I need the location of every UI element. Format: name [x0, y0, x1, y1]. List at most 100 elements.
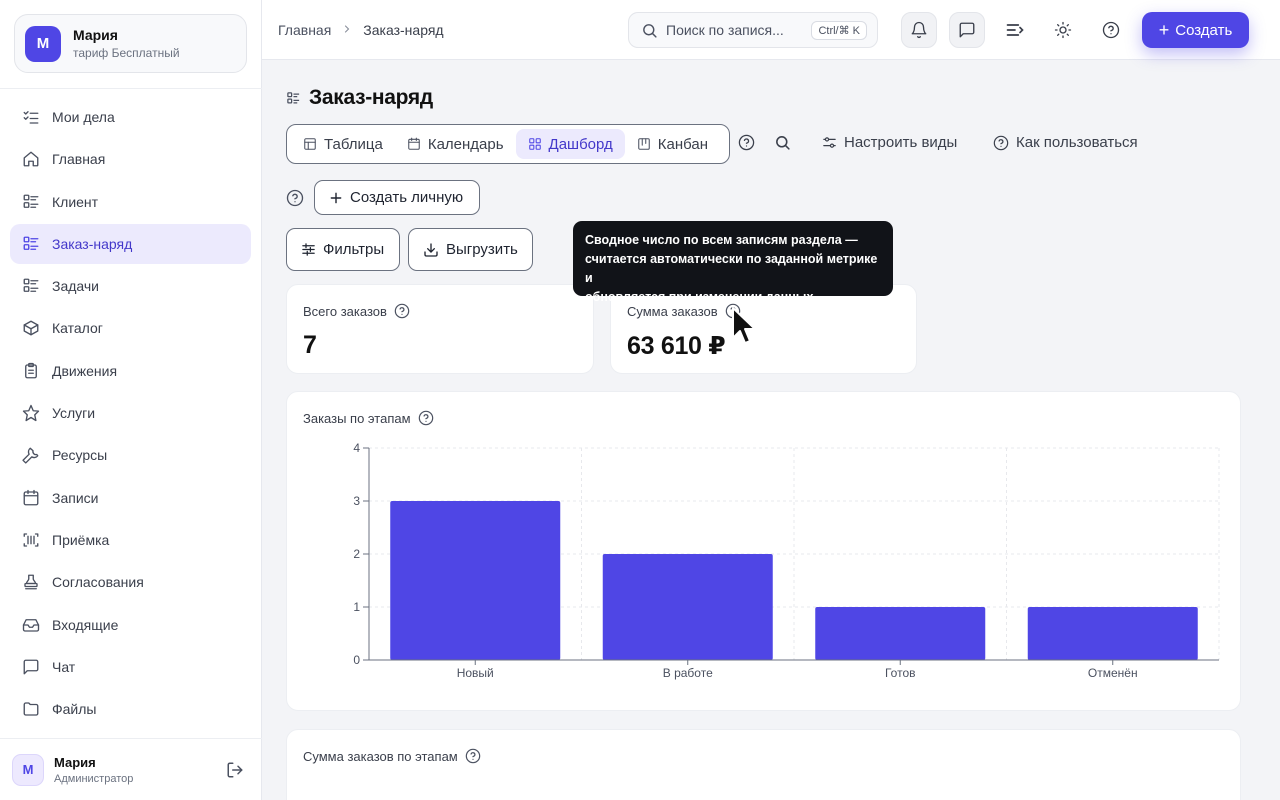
breadcrumb-home[interactable]: Главная	[278, 22, 331, 38]
configure-views-button[interactable]: Настроить виды	[822, 134, 957, 151]
list-icon	[22, 235, 40, 253]
bar-chart: 0 1 2 3 4 Новый В работе Готов Отменён	[353, 441, 1220, 680]
y-tick-label: 3	[353, 494, 360, 508]
sidebar-item-label: Услуги	[52, 405, 96, 422]
view-tab-label: Канбан	[657, 135, 709, 153]
search-icon[interactable]	[774, 134, 791, 151]
x-tick-label: Отменён	[1088, 666, 1138, 680]
tooltip-line: обновляется при изменении данных.	[585, 290, 817, 304]
bar	[390, 501, 561, 660]
panel-toggle-button[interactable]	[997, 12, 1033, 48]
chart-card-sum: Сумма заказов по этапам	[286, 729, 1241, 800]
view-tab-label: Календарь	[427, 135, 504, 153]
sidebar-item-label: Задачи	[52, 278, 100, 295]
sidebar-item[interactable]: Приёмка	[10, 520, 251, 560]
logout-icon[interactable]	[226, 761, 244, 779]
breadcrumb: Главная Заказ-наряд	[278, 22, 444, 38]
y-tick-label: 4	[353, 441, 360, 455]
sidebar-item-label: Каталог	[52, 320, 103, 337]
view-tab[interactable]: Канбан	[625, 129, 720, 159]
clipboard-icon	[22, 362, 40, 380]
wrench-icon	[22, 446, 40, 464]
page-title: Заказ-наряд	[286, 86, 433, 110]
sidebar-item[interactable]: Клиент	[10, 182, 251, 222]
chart-sum-title: Сумма заказов по этапам	[303, 748, 458, 764]
bar	[602, 554, 773, 660]
avatar[interactable]: М	[12, 753, 44, 786]
sidebar-item[interactable]: Главная	[10, 139, 251, 179]
view-tab[interactable]: Календарь	[395, 129, 516, 159]
sidebar-item[interactable]: Движения	[10, 351, 251, 391]
sidebar-item[interactable]: Записи	[10, 478, 251, 518]
stat-card-total: Всего заказов 7	[286, 284, 594, 374]
create-button[interactable]: + Создать	[1142, 12, 1249, 48]
sidebar-item[interactable]: Ресурсы	[10, 435, 251, 475]
help-circle-icon[interactable]	[286, 189, 304, 212]
sidebar-item[interactable]: Входящие	[10, 605, 251, 645]
chevron-right-icon	[341, 23, 353, 38]
workspace-plan: тариф Бесплатный	[73, 46, 180, 60]
list-icon	[22, 193, 40, 211]
filters-button[interactable]: Фильтры	[286, 228, 400, 271]
workspace-switcher[interactable]: М Мария тариф Бесплатный	[14, 14, 247, 73]
folder-icon	[22, 700, 40, 718]
view-tab[interactable]: Таблица	[291, 129, 395, 159]
workspace-name: Мария	[73, 27, 118, 43]
plus-icon: +	[1158, 20, 1170, 40]
sidebar-item-label: Приёмка	[52, 531, 110, 548]
page-title-text: Заказ-наряд	[309, 86, 433, 109]
export-button[interactable]: Выгрузить	[408, 228, 533, 271]
sidebar-item-label: Входящие	[52, 616, 119, 633]
home-icon	[22, 150, 40, 168]
bar	[1027, 607, 1198, 660]
x-tick-label: В работе	[663, 666, 713, 680]
theme-toggle-button[interactable]	[1045, 12, 1081, 48]
how-to-use-label: Как пользоваться	[1016, 134, 1138, 151]
create-personal-label: Создать личную	[350, 189, 464, 206]
sidebar-item-label: Записи	[52, 489, 99, 506]
view-tab[interactable]: Дашборд	[515, 129, 625, 159]
sidebar-divider	[0, 88, 262, 89]
dashboard-icon	[528, 137, 542, 151]
sidebar-item-label: Чат	[52, 658, 76, 675]
sidebar-item[interactable]: Файлы	[10, 689, 251, 729]
user-role: Администратор	[54, 772, 134, 785]
stat-sum-value: 63 610 ₽	[627, 332, 726, 360]
configure-views-label: Настроить виды	[844, 134, 958, 151]
messages-button[interactable]	[949, 12, 985, 48]
inbox-icon	[22, 616, 40, 634]
sidebar-item-label: Заказ-наряд	[52, 235, 133, 252]
sidebar-item[interactable]: Заказ-наряд	[10, 223, 251, 264]
filters-label: Фильтры	[323, 241, 385, 258]
sidebar-item[interactable]: Услуги	[10, 393, 251, 433]
help-circle-icon	[993, 135, 1009, 151]
sidebar-item[interactable]: Мои дела	[10, 97, 251, 137]
help-circle-icon[interactable]	[465, 748, 481, 764]
sidebar-item-label: Клиент	[52, 193, 99, 210]
how-to-use-button[interactable]: Как пользоваться	[993, 134, 1138, 151]
search-shortcut: Ctrl/⌘ K	[811, 21, 867, 40]
chat-icon	[958, 21, 976, 39]
download-icon	[423, 242, 439, 258]
stat-total-value: 7	[303, 331, 317, 359]
create-personal-button[interactable]: Создать личную	[314, 180, 480, 215]
user-panel: М Мария Администратор	[0, 738, 262, 800]
views-help-icon[interactable]	[738, 134, 755, 151]
help-button[interactable]	[1093, 12, 1129, 48]
bar	[815, 607, 986, 660]
user-name: Мария	[54, 754, 96, 770]
search-input[interactable]: Поиск по запися... Ctrl/⌘ K	[628, 12, 878, 48]
sidebar-item[interactable]: Задачи	[10, 266, 251, 306]
mouse-cursor-icon	[731, 306, 757, 351]
sidebar-item-label: Согласования	[52, 574, 144, 591]
sidebar-item[interactable]: Чат	[10, 647, 251, 687]
checklist-icon	[22, 108, 40, 126]
list-plus-icon	[1005, 20, 1025, 40]
notifications-button[interactable]	[901, 12, 937, 48]
sidebar-item[interactable]: Согласования	[10, 562, 251, 602]
sun-icon	[1054, 21, 1072, 39]
sidebar-item[interactable]: Каталог	[10, 308, 251, 348]
help-circle-icon[interactable]	[394, 303, 410, 319]
tooltip: Сводное число по всем записям раздела — …	[573, 221, 893, 304]
y-tick-label: 0	[353, 653, 360, 667]
